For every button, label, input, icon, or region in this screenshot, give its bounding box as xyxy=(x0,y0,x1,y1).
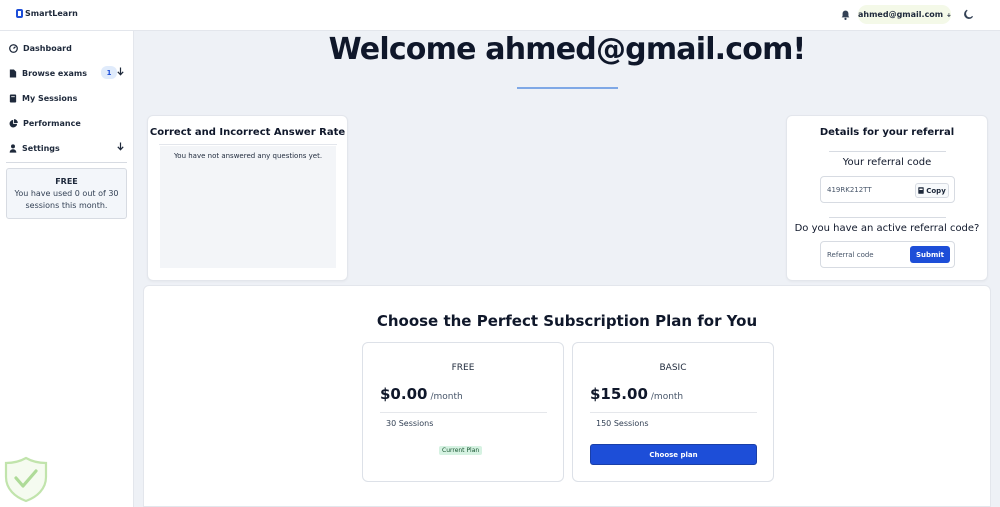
plan-card-free: FREE $0.00 /month 30 Sessions Current Pl… xyxy=(362,342,564,482)
file-icon xyxy=(9,68,17,78)
sidebar-item-label: Dashboard xyxy=(23,43,72,53)
choose-plan-button[interactable]: Choose plan xyxy=(590,444,757,465)
user-email: ahmed@gmail.com xyxy=(858,10,944,19)
submit-button[interactable]: Submit xyxy=(910,246,950,263)
active-referral-question: Do you have an active referral code? xyxy=(794,223,980,234)
plan-divider xyxy=(380,412,547,413)
plan-price-amount: $0.00 xyxy=(380,385,428,403)
app-logo[interactable]: SmartLearn xyxy=(16,9,78,18)
plan-usage-text: You have used 0 out of 30 sessions this … xyxy=(14,189,119,210)
user-menu-button[interactable]: ahmed@gmail.com xyxy=(858,5,951,24)
arrow-down-icon xyxy=(947,12,951,17)
copy-button-label: Copy xyxy=(926,186,946,195)
card-divider xyxy=(829,217,946,218)
top-bar: SmartLearn ahmed@gmail.com xyxy=(0,0,1000,31)
plan-price-period: /month xyxy=(430,392,463,402)
arrow-down-icon[interactable] xyxy=(117,67,124,76)
sidebar-item-settings[interactable]: Settings xyxy=(9,141,127,155)
answer-rate-title: Correct and Incorrect Answer Rate xyxy=(149,127,346,138)
plan-price-amount: $15.00 xyxy=(590,385,648,403)
copy-button[interactable]: Copy xyxy=(915,183,949,198)
copy-icon xyxy=(918,187,924,194)
person-icon xyxy=(9,143,17,153)
plan-price: $0.00 /month xyxy=(380,385,463,403)
answer-rate-card: Correct and Incorrect Answer Rate You ha… xyxy=(147,115,348,281)
referral-code-input[interactable]: Referral code xyxy=(827,251,874,259)
current-plan-badge: Current Plan xyxy=(439,446,483,455)
referral-title: Details for your referral xyxy=(819,127,955,138)
referral-code-field: Referral code Submit xyxy=(820,241,955,268)
logo-icon xyxy=(16,9,23,18)
title-underline xyxy=(517,87,618,89)
sidebar-item-browse-exams[interactable]: Browse exams 1 xyxy=(9,66,127,80)
logo-text: SmartLearn xyxy=(25,9,78,18)
sidebar-item-label: Settings xyxy=(22,143,60,153)
sidebar-item-label: My Sessions xyxy=(22,93,78,103)
plan-usage-box: FREE You have used 0 out of 30 sessions … xyxy=(6,168,127,219)
plans-title: Choose the Perfect Subscription Plan for… xyxy=(376,312,758,330)
subscription-plans: Choose the Perfect Subscription Plan for… xyxy=(143,285,991,507)
plan-price: $15.00 /month xyxy=(590,385,683,403)
count-badge: 1 xyxy=(101,66,117,79)
sidebar-item-performance[interactable]: Performance xyxy=(9,116,127,130)
arrow-down-icon[interactable] xyxy=(117,142,124,151)
book-icon xyxy=(9,93,17,103)
sidebar-item-my-sessions[interactable]: My Sessions xyxy=(9,91,127,105)
bell-icon[interactable] xyxy=(840,9,851,21)
pie-icon xyxy=(9,118,18,127)
gauge-icon xyxy=(9,43,18,53)
sidebar: Dashboard Browse exams 1 My Sessions Per… xyxy=(0,31,134,507)
card-divider xyxy=(829,151,946,152)
sidebar-item-label: Performance xyxy=(23,118,81,128)
sidebar-divider xyxy=(6,162,127,163)
referral-code-value: 419RK212TT xyxy=(827,186,872,194)
plan-sessions: 150 Sessions xyxy=(596,419,649,428)
plan-name: FREE xyxy=(451,363,475,373)
plan-sessions: 30 Sessions xyxy=(386,419,434,428)
sidebar-item-dashboard[interactable]: Dashboard xyxy=(9,41,127,55)
card-divider xyxy=(159,144,337,145)
referral-card: Details for your referral Your referral … xyxy=(786,115,988,281)
plan-name: BASIC xyxy=(659,363,687,373)
plan-divider xyxy=(590,412,757,413)
moon-icon[interactable] xyxy=(963,9,974,20)
answer-rate-empty: You have not answered any questions yet. xyxy=(160,146,336,268)
sidebar-item-label: Browse exams xyxy=(22,68,87,78)
page-title: Welcome ahmed@gmail.com! xyxy=(328,32,807,67)
plan-price-period: /month xyxy=(650,392,684,402)
plan-usage-title: FREE xyxy=(55,177,78,186)
plan-card-basic: BASIC $15.00 /month 150 Sessions Choose … xyxy=(572,342,774,482)
shield-watermark-icon xyxy=(4,456,48,503)
referral-code-label: Your referral code xyxy=(842,157,932,168)
referral-code-box: 419RK212TT Copy xyxy=(820,176,955,203)
